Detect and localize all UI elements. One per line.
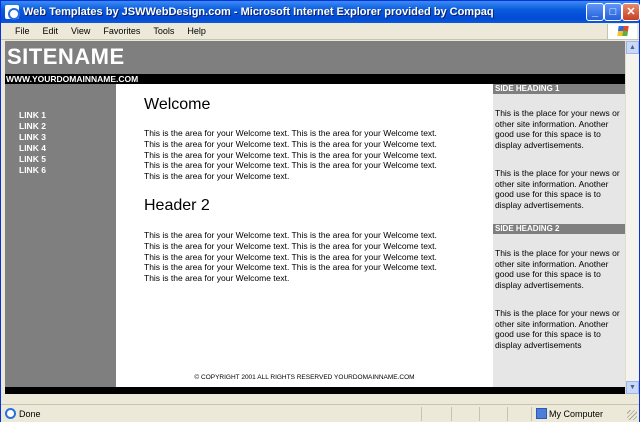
vertical-scrollbar[interactable]: ▲ ▼ xyxy=(625,41,639,394)
welcome-heading: Welcome xyxy=(144,96,211,113)
scroll-up-icon[interactable]: ▲ xyxy=(626,41,639,54)
left-nav: LINK 1 LINK 2 LINK 3 LINK 4 LINK 5 LINK … xyxy=(5,84,116,387)
site-name: SITENAME xyxy=(7,44,125,69)
nav-link-5[interactable]: LINK 5 xyxy=(19,154,46,165)
windows-logo-icon xyxy=(607,24,637,39)
status-divider xyxy=(531,407,532,421)
status-bar: Done My Computer xyxy=(1,404,639,422)
menu-favorites[interactable]: Favorites xyxy=(103,26,140,36)
domain-text: WWW.YOURDOMAINNAME.COM xyxy=(6,74,139,84)
browser-window: Web Templates by JSWWebDesign.com - Micr… xyxy=(0,0,640,422)
side-heading-2: SIDE HEADING 2 xyxy=(493,224,625,234)
status-text: Done xyxy=(19,409,41,419)
side-1-text-b: This is the place for your news or other… xyxy=(495,168,620,210)
side-2-text-b: This is the place for your news or other… xyxy=(495,308,620,350)
nav-link-4[interactable]: LINK 4 xyxy=(19,143,46,154)
status-divider xyxy=(507,407,508,421)
my-computer-icon xyxy=(536,408,547,419)
scroll-down-icon[interactable]: ▼ xyxy=(626,381,639,394)
side-heading-1: SIDE HEADING 1 xyxy=(493,84,625,94)
nav-link-6[interactable]: LINK 6 xyxy=(19,165,46,176)
window-title: Web Templates by JSWWebDesign.com - Micr… xyxy=(23,6,494,18)
site-header: SITENAME xyxy=(5,41,625,74)
ie-icon xyxy=(5,5,20,20)
side-2-text-a: This is the place for your news or other… xyxy=(495,248,620,290)
menu-edit[interactable]: Edit xyxy=(43,26,59,36)
status-divider xyxy=(421,407,422,421)
footer-bar xyxy=(5,387,625,394)
maximize-button[interactable]: □ xyxy=(604,3,622,21)
ie-page-icon xyxy=(5,408,16,419)
header-2: Header 2 xyxy=(144,197,210,214)
right-sidebar: SIDE HEADING 1 This is the place for you… xyxy=(493,84,625,387)
title-bar[interactable]: Web Templates by JSWWebDesign.com - Micr… xyxy=(1,1,640,23)
menu-file[interactable]: File xyxy=(15,26,30,36)
copyright: © COPYRIGHT 2001 ALL RIGHTS RESERVED YOU… xyxy=(194,374,415,381)
status-divider xyxy=(479,407,480,421)
minimize-button[interactable]: _ xyxy=(586,3,604,21)
nav-link-2[interactable]: LINK 2 xyxy=(19,121,46,132)
welcome-text: This is the area for your Welcome text. … xyxy=(144,128,437,182)
side-1-text-a: This is the place for your news or other… xyxy=(495,108,620,150)
nav-link-1[interactable]: LINK 1 xyxy=(19,110,46,121)
nav-link-3[interactable]: LINK 3 xyxy=(19,132,46,143)
resize-grip-icon[interactable] xyxy=(627,410,637,420)
menu-help[interactable]: Help xyxy=(187,26,206,36)
zone-text: My Computer xyxy=(549,409,604,419)
domain-bar: WWW.YOURDOMAINNAME.COM xyxy=(5,74,625,84)
nav-links: LINK 1 LINK 2 LINK 3 LINK 4 LINK 5 LINK … xyxy=(19,110,46,176)
header-2-text: This is the area for your Welcome text. … xyxy=(144,230,437,284)
menu-bar: File Edit View Favorites Tools Help xyxy=(1,23,639,40)
main-content: Welcome This is the area for your Welcom… xyxy=(116,84,493,387)
menu-view[interactable]: View xyxy=(71,26,90,36)
status-divider xyxy=(451,407,452,421)
close-button[interactable]: ✕ xyxy=(622,3,640,21)
page-viewport: SITENAME WWW.YOURDOMAINNAME.COM LINK 1 L… xyxy=(5,41,625,394)
menu-tools[interactable]: Tools xyxy=(153,26,174,36)
